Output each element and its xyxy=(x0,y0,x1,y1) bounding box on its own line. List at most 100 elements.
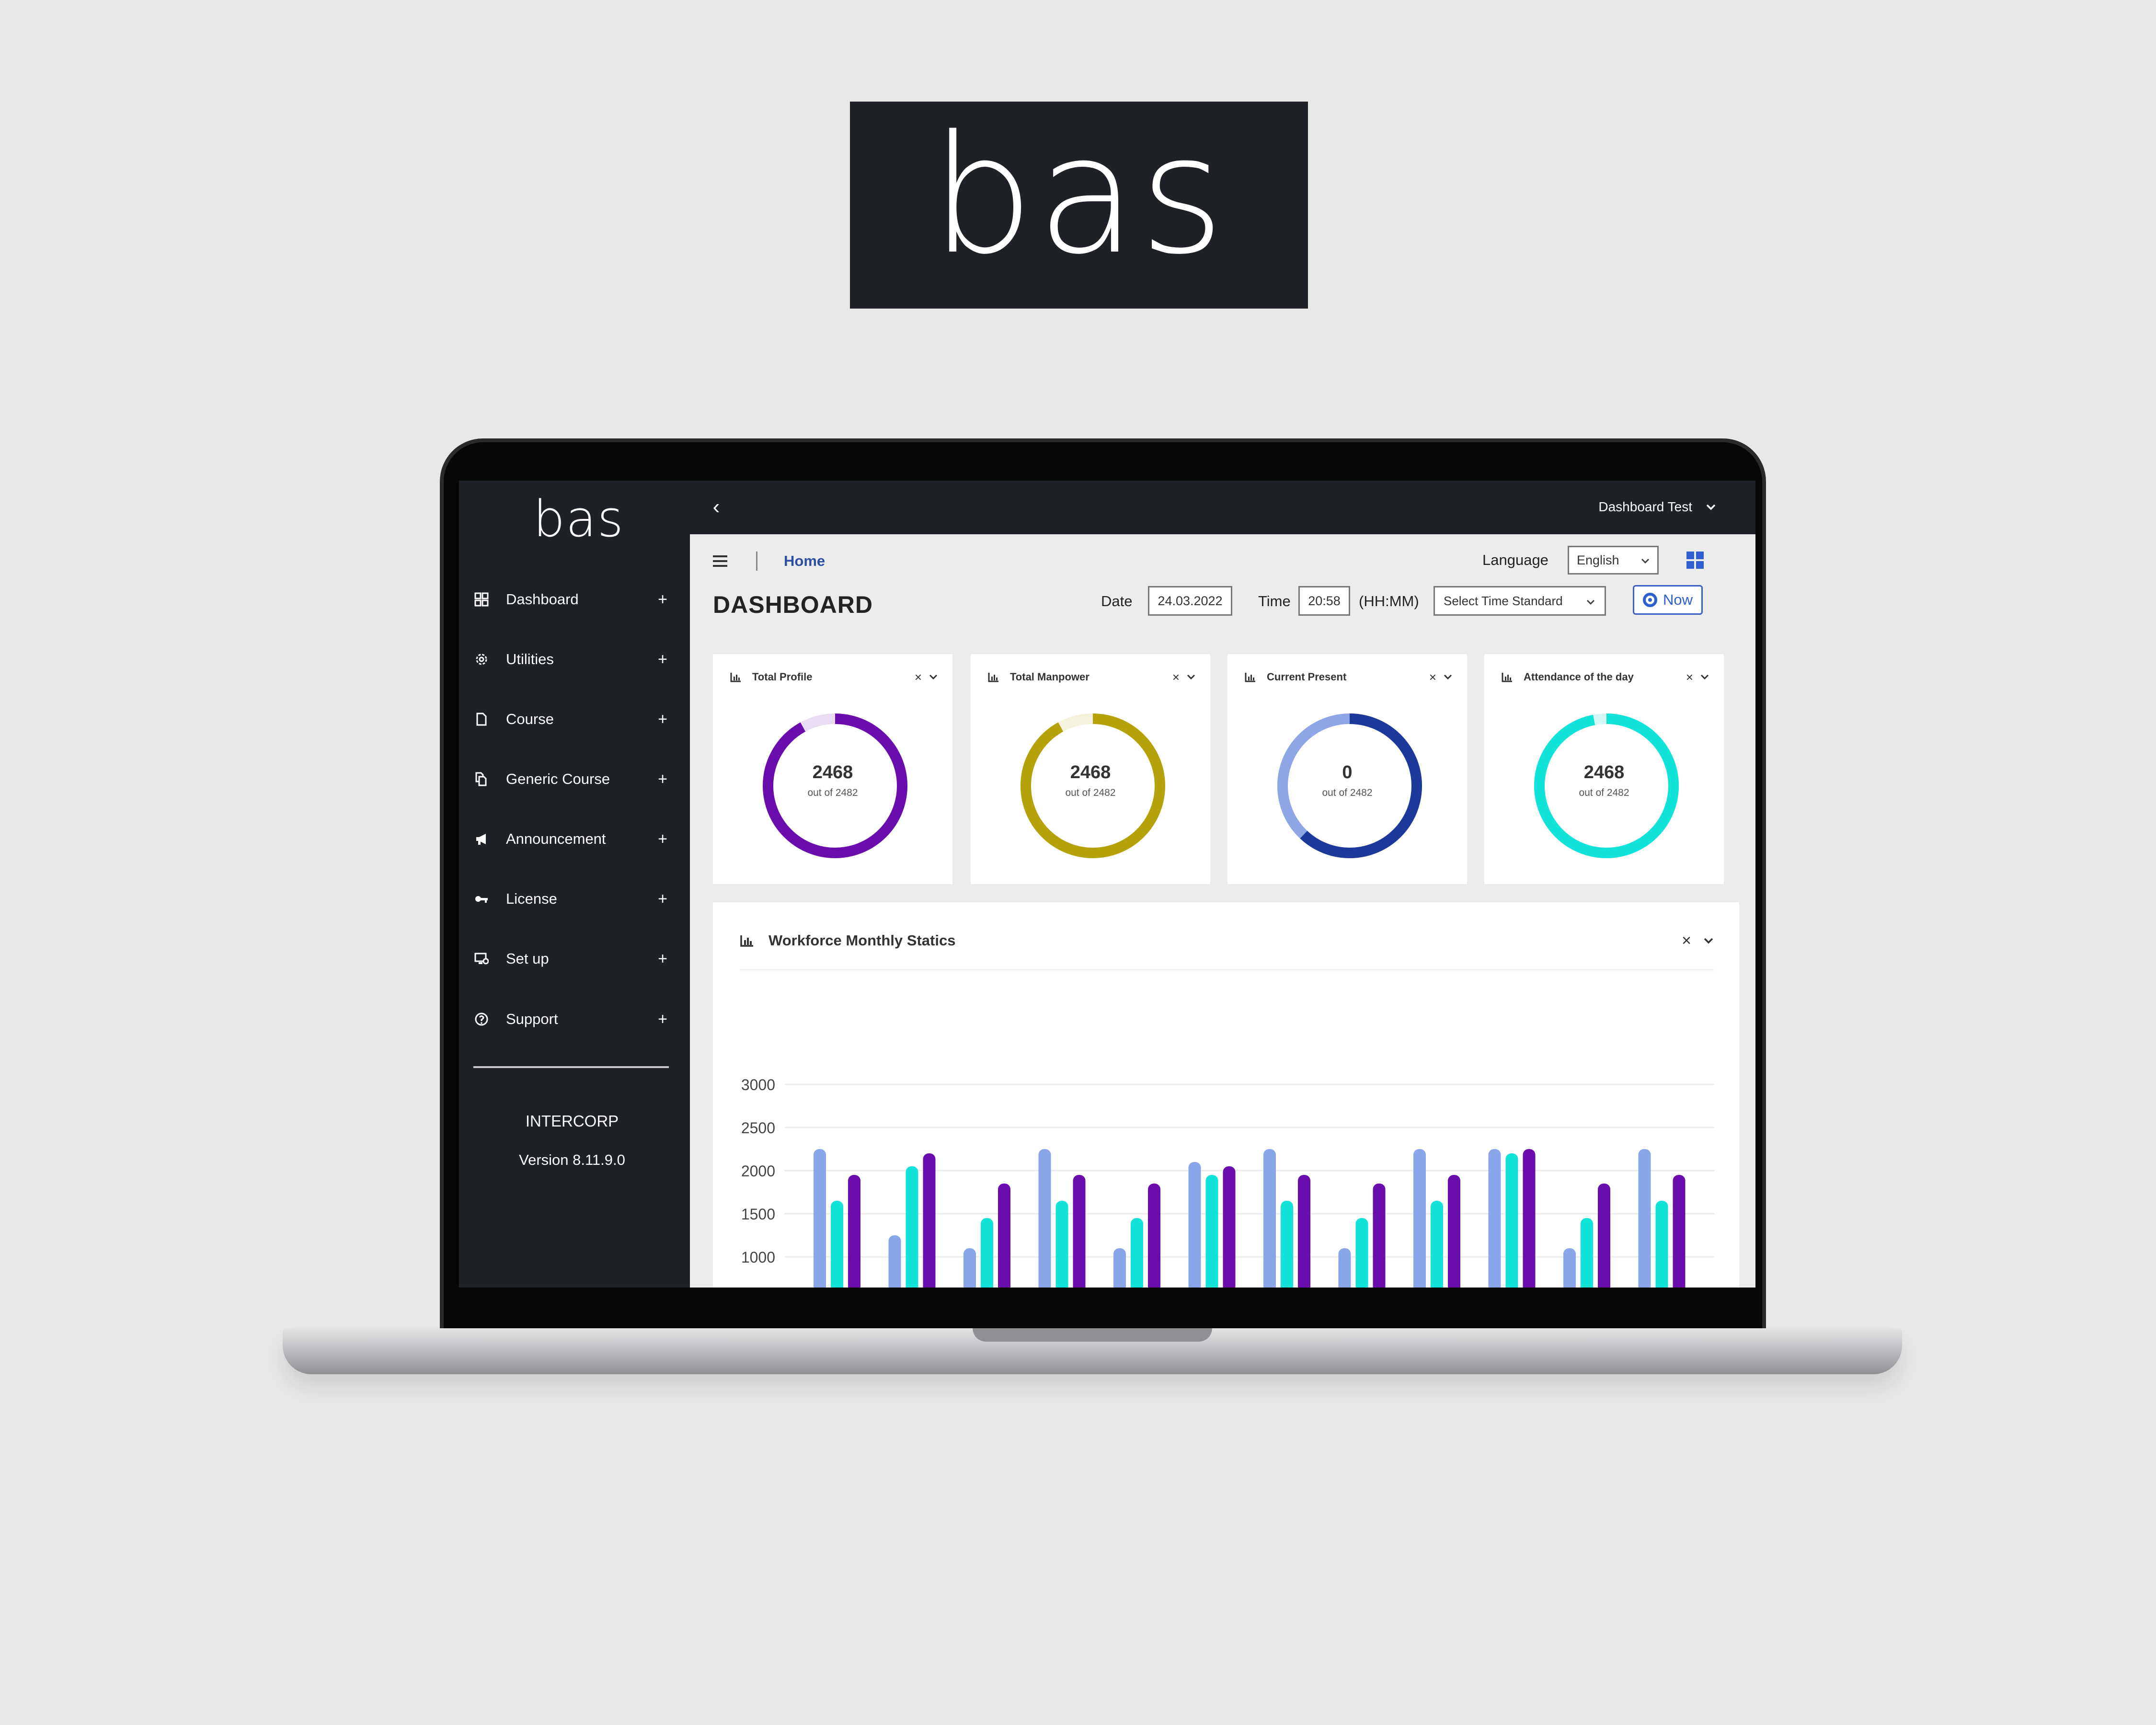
donut-arc xyxy=(1021,713,1165,858)
language-label: Language xyxy=(1482,552,1548,568)
sidebar-item-support[interactable]: Support + xyxy=(473,1005,671,1034)
chart-bar xyxy=(1205,1175,1218,1288)
donut-arc xyxy=(763,713,907,858)
user-menu[interactable]: Dashboard Test xyxy=(1598,495,1717,519)
workforce-bar-chart: 30002500200015001000500 xyxy=(741,1076,1714,1288)
chart-bar xyxy=(1188,1162,1201,1288)
kpi-title: Current Present xyxy=(1267,671,1347,683)
chart-bar xyxy=(1113,1248,1126,1288)
chart-bar xyxy=(1038,1149,1051,1288)
now-button[interactable]: Now xyxy=(1633,585,1703,615)
time-label: Time xyxy=(1258,593,1291,610)
kpi-card-current-present: Current Present × 0 out of 2482 xyxy=(1227,654,1467,884)
donut-chart xyxy=(1277,713,1422,858)
page-title: DASHBOARD xyxy=(713,591,873,618)
breadcrumb-home[interactable]: Home xyxy=(784,552,825,570)
date-label: Date xyxy=(1101,593,1133,610)
close-icon[interactable]: × xyxy=(1686,670,1693,685)
kpi-subtitle: out of 2482 xyxy=(1579,787,1629,798)
chart-bar xyxy=(1523,1149,1536,1288)
close-icon[interactable]: × xyxy=(1172,670,1180,685)
chart-bar xyxy=(1263,1149,1276,1288)
donut-chart xyxy=(1021,713,1165,858)
dashboard-icon xyxy=(473,591,490,608)
back-button[interactable]: ‹ xyxy=(704,495,728,519)
close-icon[interactable]: × xyxy=(1682,932,1691,950)
chevron-down-icon[interactable] xyxy=(1186,672,1196,682)
chart-bar xyxy=(998,1184,1010,1288)
expand-icon[interactable]: + xyxy=(654,710,671,729)
sidebar-item-announcement[interactable]: Announcement + xyxy=(473,825,671,853)
time-standard-placeholder: Select Time Standard xyxy=(1444,593,1563,608)
kpi-value: 2468 xyxy=(812,762,853,782)
expand-icon[interactable]: + xyxy=(654,830,671,849)
bar-chart-icon xyxy=(1245,673,1255,682)
version-label: Version 8.11.9.0 xyxy=(519,1151,625,1168)
chart-bar xyxy=(1355,1218,1368,1288)
sidebar-logo: bas xyxy=(533,490,624,548)
chevron-down-icon[interactable] xyxy=(1700,672,1709,682)
sidebar-item-dashboard[interactable]: Dashboard + xyxy=(473,585,671,614)
chart-bar xyxy=(1638,1149,1651,1288)
brand-logo-banner: bas xyxy=(850,102,1308,309)
close-icon[interactable]: × xyxy=(915,670,922,685)
chart-bar xyxy=(1148,1184,1160,1288)
language-value: English xyxy=(1577,552,1619,567)
expand-icon[interactable]: + xyxy=(654,770,671,789)
chart-bar xyxy=(1431,1201,1443,1288)
chart-bar xyxy=(1673,1175,1686,1288)
chart-bar xyxy=(1131,1218,1143,1288)
chart-bar xyxy=(1373,1184,1386,1288)
close-icon[interactable]: × xyxy=(1429,670,1436,685)
chart-bar xyxy=(1505,1153,1518,1288)
bar-chart-icon xyxy=(730,673,741,682)
bar-chart-icon xyxy=(988,673,998,682)
chart-bar xyxy=(1413,1149,1426,1288)
kpi-value: 2468 xyxy=(1070,762,1111,782)
sidebar-item-setup[interactable]: Set up + xyxy=(473,944,671,973)
sidebar-item-label: Announcement xyxy=(506,830,606,847)
file-icon xyxy=(473,711,490,727)
kpi-subtitle: out of 2482 xyxy=(1322,787,1373,798)
laptop-notch xyxy=(973,1328,1212,1342)
expand-icon[interactable]: + xyxy=(654,950,671,968)
bar-chart-icon xyxy=(1502,673,1512,682)
language-select[interactable]: English xyxy=(1568,546,1659,575)
sidebar-item-generic-course[interactable]: Generic Course + xyxy=(473,765,671,794)
sidebar-item-license[interactable]: License + xyxy=(473,885,671,913)
expand-icon[interactable]: + xyxy=(654,1010,671,1029)
chart-header-divider xyxy=(740,969,1714,970)
kpi-value: 2468 xyxy=(1583,762,1625,782)
time-input[interactable]: 20:58 xyxy=(1298,586,1350,616)
sidebar-item-label: Set up xyxy=(506,950,549,967)
chart-bar xyxy=(1298,1175,1310,1288)
sidebar-item-course[interactable]: Course + xyxy=(473,705,671,734)
expand-icon[interactable]: + xyxy=(654,890,671,908)
chevron-down-icon[interactable] xyxy=(1443,672,1453,682)
main-content: Home Language English DASHBOARD Date 24.… xyxy=(690,534,1755,1288)
chart-bar xyxy=(814,1149,826,1288)
chevron-down-icon[interactable] xyxy=(929,672,938,682)
files-icon xyxy=(473,771,490,787)
time-standard-select[interactable]: Select Time Standard xyxy=(1434,586,1606,616)
kpi-title: Total Manpower xyxy=(1010,671,1089,683)
app-screen: bas Dashboard + Utilities + Course + Gen… xyxy=(459,481,1755,1288)
kpi-title: Total Profile xyxy=(752,671,813,683)
sidebar-item-utilities[interactable]: Utilities + xyxy=(473,645,671,674)
expand-icon[interactable]: + xyxy=(654,650,671,669)
chevron-down-icon[interactable] xyxy=(1703,935,1714,946)
breadcrumb-separator xyxy=(756,552,757,571)
y-tick-label: 3000 xyxy=(741,1076,775,1093)
sidebar-item-label: Dashboard xyxy=(506,591,579,608)
donut-chart xyxy=(1534,713,1679,858)
menu-toggle-icon[interactable] xyxy=(713,555,727,567)
user-menu-label: Dashboard Test xyxy=(1598,499,1692,514)
donut-arc xyxy=(1534,713,1679,858)
expand-icon[interactable]: + xyxy=(654,590,671,609)
chart-bar xyxy=(1448,1175,1460,1288)
brand-logo: bas xyxy=(930,101,1227,290)
chart-bar xyxy=(848,1175,860,1288)
date-input[interactable]: 24.03.2022 xyxy=(1148,586,1232,616)
chart-bar xyxy=(1655,1201,1668,1288)
layout-grid-icon[interactable] xyxy=(1686,552,1704,569)
